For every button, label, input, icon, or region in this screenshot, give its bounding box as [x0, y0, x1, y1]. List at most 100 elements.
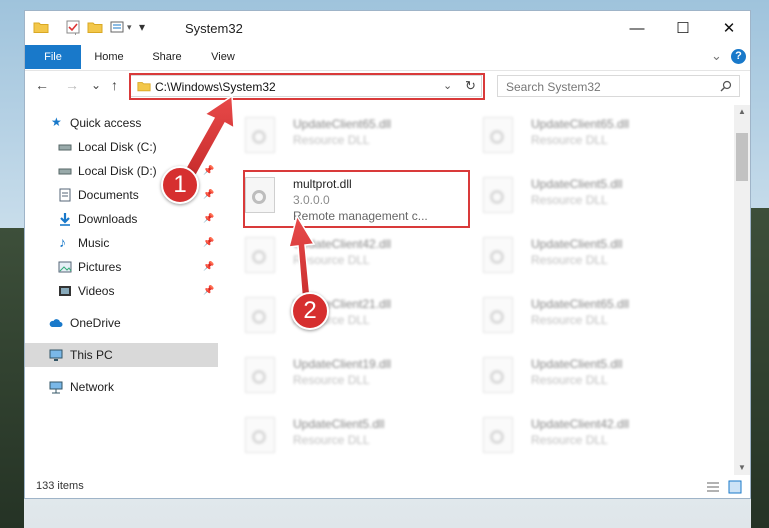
step-badge-2: 2 — [291, 292, 329, 330]
vertical-scrollbar[interactable]: ▲ ▼ — [734, 105, 750, 475]
sidebar-item-label: OneDrive — [70, 316, 121, 330]
tab-share[interactable]: Share — [145, 45, 189, 69]
scroll-down-icon[interactable]: ▼ — [738, 463, 746, 472]
pin-icon: 📌 — [203, 261, 215, 271]
details-view-icon[interactable] — [706, 481, 720, 493]
customize-icon[interactable] — [109, 19, 125, 35]
address-highlight-box — [129, 73, 485, 100]
recent-locations-icon[interactable]: ⌄ — [91, 78, 101, 92]
sidebar-item-quick-access[interactable]: ★ Quick access — [25, 111, 218, 135]
window-title: System32 — [185, 21, 243, 36]
properties-icon[interactable] — [65, 19, 81, 35]
tab-view[interactable]: View — [201, 45, 245, 69]
file-type: Resource DLL — [293, 133, 370, 147]
sidebar-item-pictures[interactable]: Pictures 📌 — [25, 255, 218, 279]
large-icons-view-icon[interactable] — [728, 480, 742, 494]
sidebar-item-label: Videos — [78, 284, 115, 298]
forward-arrow-icon[interactable]: → — [65, 77, 79, 93]
status-bar: 133 items — [25, 476, 750, 498]
star-icon: ★ — [51, 115, 62, 129]
sidebar-item-label: Local Disk (C:) — [78, 140, 157, 154]
list-item[interactable]: UpdateClient42.dll Resource DLL — [233, 227, 453, 283]
file-name: UpdateClient42.dll — [293, 237, 392, 251]
dll-file-icon — [483, 417, 513, 453]
list-item[interactable]: UpdateClient5.dll Resource DLL — [471, 167, 691, 223]
list-item[interactable]: UpdateClient21.dll Resource DLL — [233, 287, 453, 343]
sidebar-item-label: Documents — [78, 188, 139, 202]
item-count: 133 items — [36, 480, 84, 492]
sidebar-item-this-pc[interactable]: This PC — [25, 343, 218, 367]
file-type: Resource DLL — [531, 253, 608, 267]
sidebar-item-network[interactable]: Network — [25, 375, 218, 399]
list-item[interactable]: UpdateClient65.dll Resource DLL — [233, 107, 453, 163]
dll-file-icon — [245, 117, 275, 153]
sidebar-item-label: Quick access — [70, 116, 142, 130]
sidebar-item-music[interactable]: ♪ Music 📌 — [25, 231, 218, 255]
file-type: Resource DLL — [293, 433, 370, 447]
background-trees — [0, 228, 24, 528]
scrollbar-thumb[interactable] — [736, 133, 748, 181]
pictures-icon — [58, 261, 72, 273]
dll-file-icon — [245, 357, 275, 393]
back-arrow-icon[interactable]: ← — [35, 77, 49, 93]
file-name: UpdateClient5.dll — [531, 177, 623, 191]
tab-home[interactable]: Home — [87, 45, 131, 69]
music-icon: ♪ — [59, 234, 66, 250]
help-icon[interactable]: ? — [731, 49, 746, 64]
qa-customize-arrow-icon[interactable]: ▾ — [139, 20, 145, 34]
file-type: Resource DLL — [293, 253, 370, 267]
cloud-icon — [49, 319, 63, 327]
file-list: UpdateClient65.dll Resource DLL multprot… — [233, 105, 735, 475]
dll-file-icon — [245, 237, 275, 273]
sidebar-item-label: Pictures — [78, 260, 122, 274]
dll-file-icon — [483, 117, 513, 153]
computer-icon — [49, 349, 63, 361]
sidebar-item-downloads[interactable]: Downloads 📌 — [25, 207, 218, 231]
up-arrow-icon[interactable]: ↑ — [111, 77, 118, 93]
sidebar-item-label: Network — [70, 380, 115, 394]
list-item[interactable]: UpdateClient42.dll Resource DLL — [471, 407, 691, 463]
file-type: Resource DLL — [531, 193, 608, 207]
pin-icon: 📌 — [203, 285, 215, 295]
sidebar-item-label: This PC — [70, 348, 113, 362]
file-name: UpdateClient19.dll — [293, 357, 392, 371]
list-item[interactable]: UpdateClient5.dll Resource DLL — [471, 227, 691, 283]
ribbon: File Home Share View ⌄ ? — [25, 45, 750, 71]
list-item[interactable]: UpdateClient5.dll Resource DLL — [471, 347, 691, 403]
explorer-window: ▾ ▾ System32 — ☐ ✕ File Home Share View … — [24, 10, 751, 499]
sidebar-item-label: Local Disk (D:) — [78, 164, 157, 178]
list-item[interactable]: UpdateClient5.dll Resource DLL — [233, 407, 453, 463]
pin-icon: 📌 — [203, 141, 215, 151]
list-item[interactable]: UpdateClient65.dll Resource DLL — [471, 107, 691, 163]
file-name: UpdateClient42.dll — [531, 417, 630, 431]
title-bar: ▾ ▾ System32 — ☐ ✕ — [25, 11, 750, 45]
file-highlight-box — [243, 170, 470, 228]
file-name: UpdateClient65.dll — [531, 117, 630, 131]
qa-dropdown-icon[interactable]: ▾ — [127, 22, 132, 33]
search-input[interactable]: Search System32 — [497, 75, 740, 97]
pin-icon: 📌 — [203, 213, 215, 223]
ribbon-collapse-icon[interactable]: ⌄ — [711, 48, 722, 64]
file-type: Resource DLL — [531, 313, 608, 327]
sidebar-item-videos[interactable]: Videos 📌 — [25, 279, 218, 303]
drive-icon — [58, 168, 72, 175]
search-icon[interactable] — [720, 80, 732, 92]
list-item[interactable]: UpdateClient19.dll Resource DLL — [233, 347, 453, 403]
sidebar-item-onedrive[interactable]: OneDrive — [25, 311, 218, 335]
tab-file[interactable]: File — [25, 45, 81, 69]
file-name: UpdateClient5.dll — [531, 357, 623, 371]
new-folder-icon[interactable] — [87, 19, 103, 35]
maximize-button[interactable]: ☐ — [660, 11, 706, 45]
dll-file-icon — [245, 297, 275, 333]
list-item[interactable]: UpdateClient65.dll Resource DLL — [471, 287, 691, 343]
sidebar-item-local-disk-c[interactable]: Local Disk (C:) 📌 — [25, 135, 218, 159]
file-name: UpdateClient65.dll — [293, 117, 392, 131]
search-placeholder: Search System32 — [506, 80, 601, 94]
file-type: Resource DLL — [531, 373, 608, 387]
close-button[interactable]: ✕ — [706, 11, 750, 45]
scroll-up-icon[interactable]: ▲ — [738, 107, 746, 116]
drive-icon — [58, 144, 72, 151]
minimize-button[interactable]: — — [614, 11, 660, 45]
folder-icon — [33, 22, 49, 33]
dll-file-icon — [483, 177, 513, 213]
